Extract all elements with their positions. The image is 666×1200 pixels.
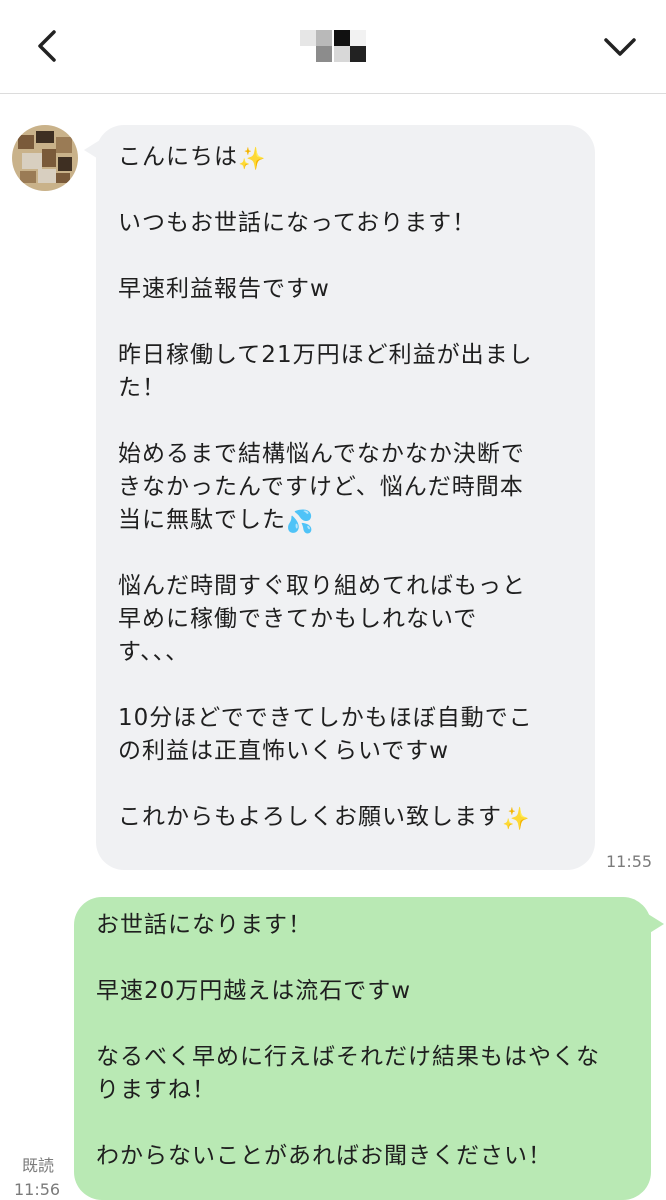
- message-line: 10分ほどでできてしかもほぼ自動でこ: [118, 705, 533, 731]
- header-menu-button[interactable]: [598, 26, 642, 66]
- chevron-down-icon: [604, 38, 636, 56]
- mosaic-pixel: [300, 30, 316, 46]
- incoming-message-time: 11:55: [606, 852, 653, 871]
- mosaic-pixel: [350, 46, 366, 62]
- mosaic-pixel: [316, 30, 332, 46]
- message-line: なるべく早めに行えばそれだけ結果もはやくな: [96, 1044, 600, 1070]
- mosaic-pixel: [334, 30, 350, 46]
- outgoing-message-time: 11:56: [14, 1180, 61, 1199]
- message-line: 昨日稼働して21万円ほど利益が出まし: [118, 342, 533, 368]
- mosaic-pixel: [316, 46, 332, 62]
- message-line: いつもお世話になっております！: [118, 210, 477, 236]
- message-line: これからもよろしくお願い致します✨: [118, 801, 575, 834]
- message-line: 早めに稼働できてかもしれないで: [118, 606, 478, 632]
- message-line: 早速利益報告ですw: [118, 276, 330, 302]
- message-line: 悩んだ時間すぐ取り組めてればもっと: [118, 573, 526, 599]
- chat-header: [0, 0, 666, 94]
- message-line: お世話になります！: [96, 912, 312, 938]
- message-line: きなかったんですけど、悩んだ時間本: [118, 474, 524, 500]
- mosaic-pixel: [350, 30, 366, 46]
- incoming-message-bubble[interactable]: こんにちは✨ いつもお世話になっております！ 早速利益報告ですw 昨日稼働して2…: [96, 125, 595, 870]
- message-line: す、、、: [118, 639, 190, 665]
- message-line: の利益は正直怖いくらいですw: [118, 738, 450, 764]
- avatar-image: [12, 125, 78, 191]
- message-line: 始めるまで結構悩んでなかなか決断で: [118, 441, 525, 467]
- message-line: 当に無駄でした💦: [118, 504, 575, 537]
- sweat-droplets-emoji: 💦: [286, 510, 315, 535]
- message-line: わからないことがあればお聞きください！: [96, 1143, 552, 1169]
- read-receipt-label: 既読: [22, 1156, 55, 1175]
- chat-partner-name-pixelated: [300, 30, 368, 64]
- mosaic-pixel: [334, 46, 350, 62]
- sparkles-emoji: ✨: [502, 807, 531, 832]
- message-line: 早速20万円越えは流石ですw: [96, 978, 412, 1004]
- outgoing-message-bubble[interactable]: お世話になります！ 早速20万円越えは流石ですw なるべく早めに行えばそれだけ結…: [74, 897, 651, 1200]
- chevron-left-icon: [38, 30, 56, 62]
- sparkles-emoji: ✨: [238, 147, 267, 172]
- message-line: りますね！: [96, 1077, 216, 1103]
- back-button[interactable]: [28, 24, 68, 68]
- message-line: た！: [118, 375, 166, 401]
- message-line: こんにちは✨: [118, 141, 575, 174]
- sender-avatar[interactable]: [12, 125, 78, 191]
